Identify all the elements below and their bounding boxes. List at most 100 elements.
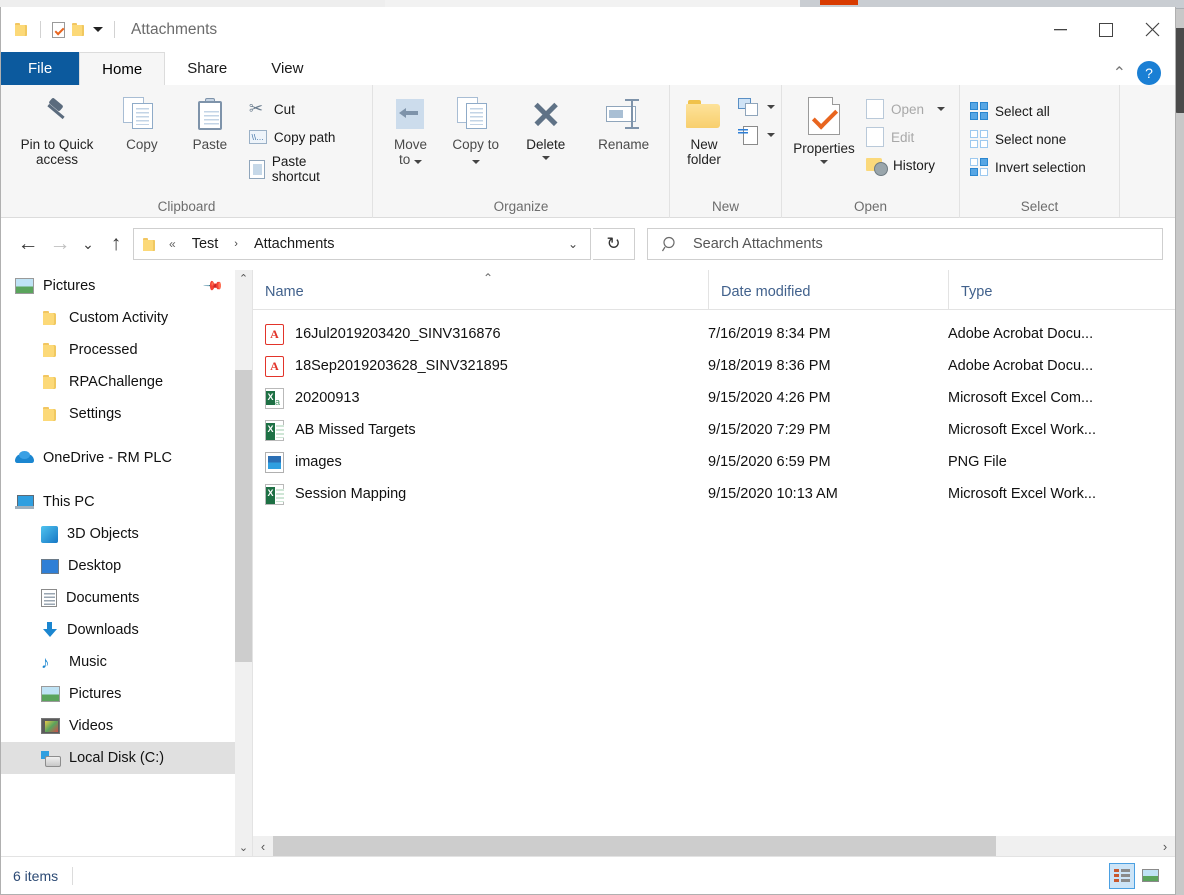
videos-icon xyxy=(41,718,60,734)
address-path-box[interactable]: « Test › Attachments ⌄ xyxy=(133,228,591,260)
new-folder-icon[interactable] xyxy=(72,22,86,37)
open-button[interactable]: Open xyxy=(862,95,953,123)
breadcrumb-test[interactable]: Test xyxy=(188,234,223,254)
table-row[interactable]: images 9/15/2020 6:59 PM PNG File xyxy=(253,446,1175,478)
maximize-button[interactable] xyxy=(1083,7,1129,52)
address-dropdown-icon[interactable]: ⌄ xyxy=(560,230,586,258)
easy-access-button[interactable] xyxy=(734,97,779,117)
select-commands: Select all Select none Invert selection xyxy=(966,95,1094,181)
column-header-type[interactable]: Type xyxy=(948,270,1175,309)
sidebar-item-documents[interactable]: Documents xyxy=(1,582,235,614)
tab-share[interactable]: Share xyxy=(165,52,249,85)
tab-view[interactable]: View xyxy=(249,52,325,85)
copy-to-button[interactable]: Copy to xyxy=(444,93,507,171)
table-row[interactable]: Session Mapping 9/15/2020 10:13 AM Micro… xyxy=(253,478,1175,510)
sidebar-item-music[interactable]: ♪ Music xyxy=(1,646,235,678)
png-file-icon xyxy=(265,451,284,473)
table-row[interactable]: 18Sep2019203628_SINV321895 9/18/2019 8:3… xyxy=(253,350,1175,382)
column-header-date-modified[interactable]: Date modified xyxy=(708,270,948,309)
file-name: 16Jul2019203420_SINV316876 xyxy=(295,326,501,342)
forward-button[interactable]: → xyxy=(45,228,75,260)
up-button[interactable]: ↑ xyxy=(101,228,131,260)
move-to-button[interactable]: Move to xyxy=(379,93,442,171)
scroll-up-button[interactable]: ⌃ xyxy=(235,270,252,287)
sidebar-item-custom-activity[interactable]: Custom Activity xyxy=(1,302,235,334)
navigation-scrollbar[interactable]: ⌃ ⌄ xyxy=(235,270,252,856)
invert-selection-button[interactable]: Invert selection xyxy=(966,153,1094,181)
breadcrumb-separator[interactable]: › xyxy=(230,236,242,252)
copy-path-button[interactable]: \\… Copy path xyxy=(245,123,366,151)
minimize-button[interactable] xyxy=(1037,7,1083,52)
tab-home[interactable]: Home xyxy=(79,52,166,85)
sidebar-item-pictures[interactable]: Pictures xyxy=(1,678,235,710)
delete-button[interactable]: Delete xyxy=(509,93,582,164)
folder-icon xyxy=(41,342,60,359)
folder-icon xyxy=(41,374,60,391)
tab-file[interactable]: File xyxy=(1,52,80,85)
scrollbar-thumb[interactable] xyxy=(235,370,252,662)
sidebar-item-onedrive[interactable]: OneDrive - RM PLC xyxy=(1,442,235,474)
refresh-button[interactable]: ↻ xyxy=(593,228,635,260)
sidebar-item-label: Downloads xyxy=(67,622,139,638)
file-type: Microsoft Excel Work... xyxy=(948,422,1096,438)
file-name: 20200913 xyxy=(295,390,360,406)
open-dropdown-icon[interactable] xyxy=(937,107,945,111)
hscroll-left-button[interactable]: ‹ xyxy=(253,839,273,854)
sidebar-item-desktop[interactable]: Desktop xyxy=(1,550,235,582)
select-none-button[interactable]: Select none xyxy=(966,125,1094,153)
picture-icon xyxy=(15,278,34,294)
hscroll-track[interactable] xyxy=(273,836,1155,856)
properties-check-icon[interactable] xyxy=(52,21,65,38)
recent-locations-button[interactable]: ⌄ xyxy=(77,228,99,260)
pin-icon[interactable]: 📌 xyxy=(202,275,224,298)
hscroll-thumb[interactable] xyxy=(273,836,997,856)
properties-dropdown-icon[interactable] xyxy=(819,160,828,164)
hscroll-right-button[interactable]: › xyxy=(1155,839,1175,854)
details-view-button[interactable] xyxy=(1109,862,1135,889)
back-button[interactable]: ← xyxy=(13,228,43,260)
help-button[interactable]: ? xyxy=(1137,61,1161,85)
folder-icon[interactable] xyxy=(15,22,29,37)
column-header-name[interactable]: ⌃ Name xyxy=(253,270,708,309)
properties-button[interactable]: Properties xyxy=(788,93,860,168)
desktop-icon xyxy=(41,558,59,574)
select-all-button[interactable]: Select all xyxy=(966,97,1094,125)
sidebar-item-3d-objects[interactable]: 3D Objects xyxy=(1,518,235,550)
sidebar-item-rpachallenge[interactable]: RPAChallenge xyxy=(1,366,235,398)
search-box[interactable]: Search Attachments xyxy=(647,228,1163,260)
new-folder-button[interactable]: New folder xyxy=(676,93,732,171)
table-row[interactable]: AB Missed Targets 9/15/2020 7:29 PM Micr… xyxy=(253,414,1175,446)
sidebar-item-downloads[interactable]: Downloads xyxy=(1,614,235,646)
sidebar-item-settings[interactable]: Settings xyxy=(1,398,235,430)
edit-button[interactable]: Edit xyxy=(862,123,953,151)
file-date: 9/15/2020 7:29 PM xyxy=(708,422,831,438)
file-date: 9/15/2020 4:26 PM xyxy=(708,390,831,406)
qat-divider xyxy=(40,21,41,38)
large-icons-view-button[interactable] xyxy=(1137,863,1163,889)
history-button[interactable]: History xyxy=(862,151,953,179)
customize-quick-access-icon[interactable] xyxy=(93,27,103,32)
delete-dropdown-icon[interactable] xyxy=(541,156,550,160)
cut-button[interactable]: ✂ Cut xyxy=(245,95,366,123)
new-item-button[interactable] xyxy=(734,125,779,145)
file-list-horizontal-scrollbar[interactable]: ‹ › xyxy=(253,836,1175,856)
move-to-icon xyxy=(394,97,428,131)
close-button[interactable] xyxy=(1129,7,1175,52)
copy-button[interactable]: Copy xyxy=(109,93,175,156)
sidebar-item-pictures-quick[interactable]: Pictures 📌 xyxy=(1,270,235,302)
sidebar-item-this-pc[interactable]: This PC xyxy=(1,486,235,518)
paste-shortcut-button[interactable]: Paste shortcut xyxy=(245,151,366,187)
rename-button[interactable]: Rename xyxy=(584,93,663,156)
sidebar-item-local-disk-c[interactable]: Local Disk (C:) xyxy=(1,742,235,774)
breadcrumb-attachments[interactable]: Attachments xyxy=(250,234,339,254)
collapse-ribbon-icon[interactable]: ⌃ xyxy=(1113,63,1126,83)
paste-button[interactable]: Paste xyxy=(177,93,243,156)
sidebar-item-videos[interactable]: Videos xyxy=(1,710,235,742)
scroll-down-button[interactable]: ⌄ xyxy=(235,839,252,856)
sidebar-item-processed[interactable]: Processed xyxy=(1,334,235,366)
pin-to-quick-access-button[interactable]: Pin to Quick access xyxy=(7,93,107,171)
search-input[interactable]: Search Attachments xyxy=(693,236,823,252)
breadcrumb-overflow[interactable]: « xyxy=(165,235,180,253)
table-row[interactable]: 16Jul2019203420_SINV316876 7/16/2019 8:3… xyxy=(253,318,1175,350)
table-row[interactable]: a 20200913 9/15/2020 4:26 PM Microsoft Ex… xyxy=(253,382,1175,414)
